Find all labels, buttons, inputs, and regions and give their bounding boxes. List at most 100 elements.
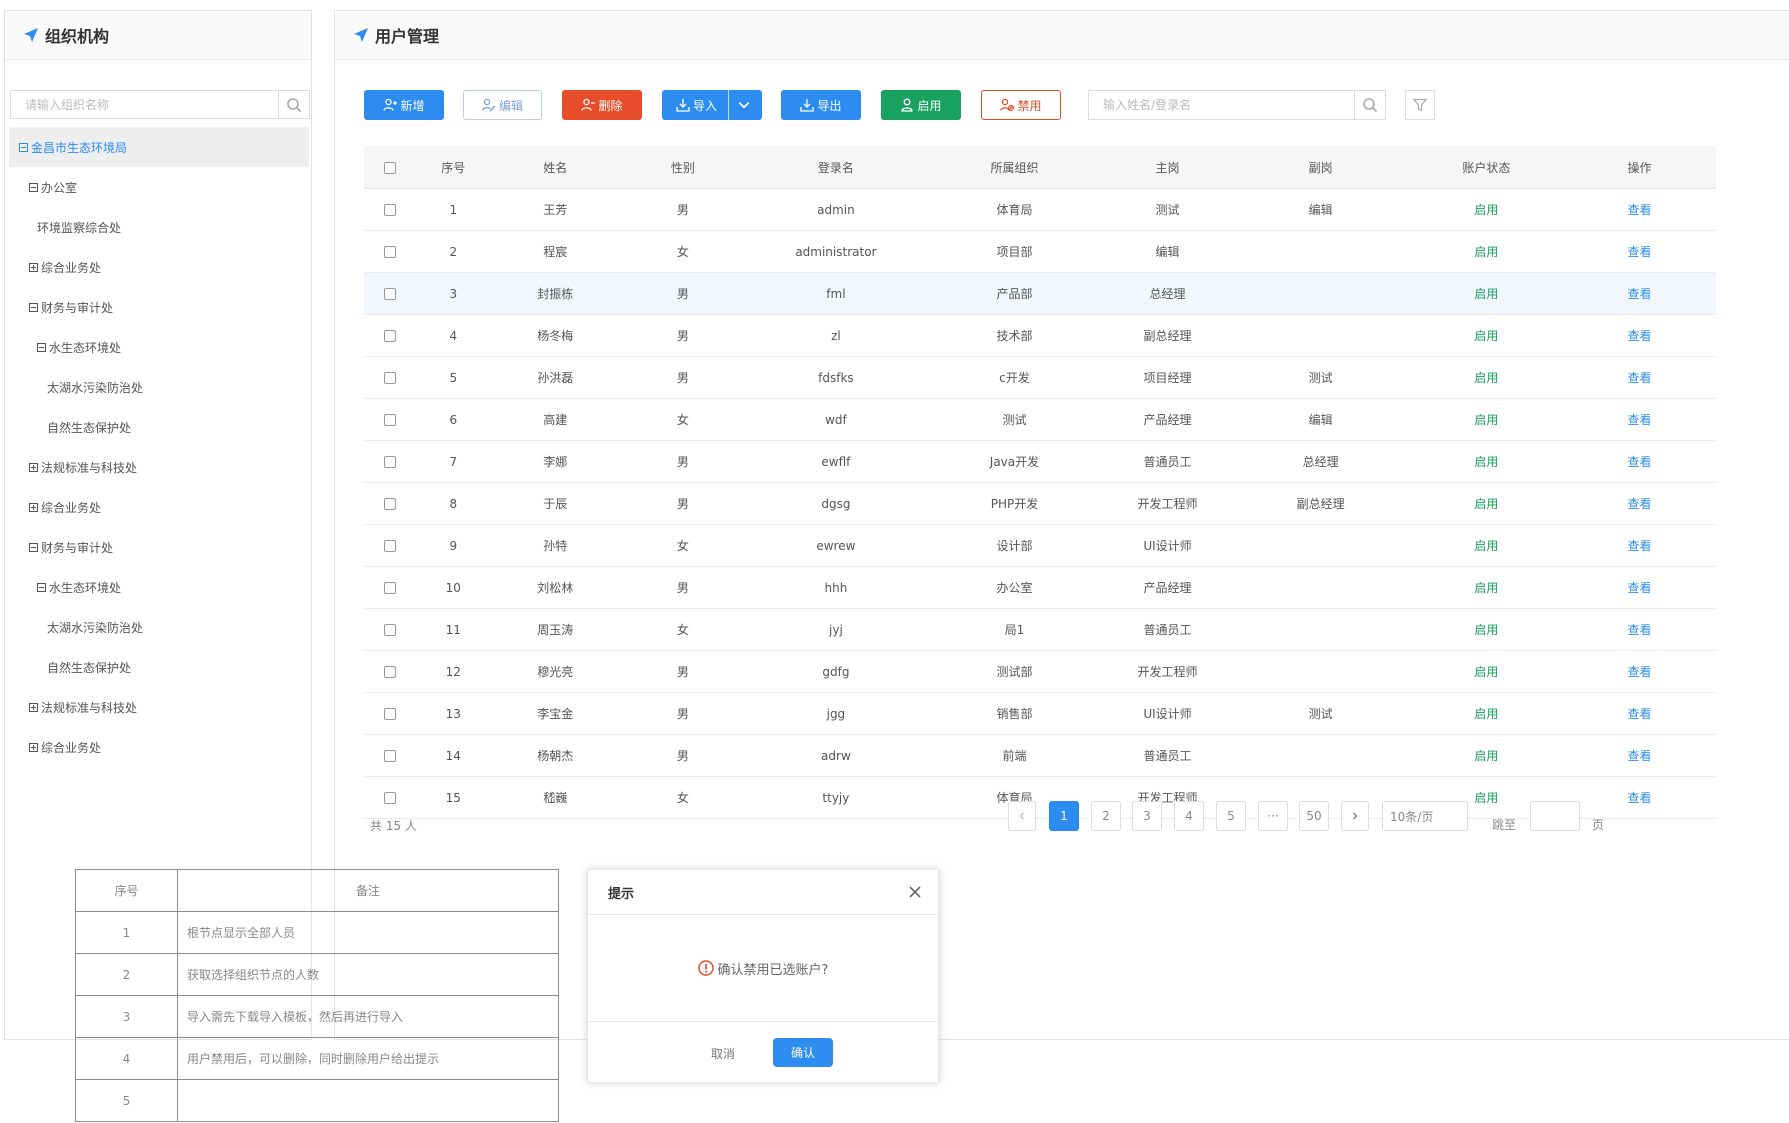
row-checkbox[interactable] (383, 708, 396, 720)
expand-icon[interactable] (29, 742, 38, 752)
view-link[interactable]: 查看 (1627, 329, 1651, 343)
tree-node[interactable]: 自然生态保护处 (9, 407, 309, 447)
row-checkbox[interactable] (383, 330, 396, 342)
table-row[interactable]: 7 李娜男 ewflf Java开发 普通员工 总经理 启用 查看 (364, 440, 1716, 483)
table-row[interactable]: 12 穆光亮男 gdfg 测试部 开发工程师 启用 查看 (364, 650, 1716, 693)
view-link[interactable]: 查看 (1627, 245, 1651, 259)
tree-node[interactable]: 太湖水污染防治处 (9, 367, 309, 407)
next-page-button[interactable] (1341, 801, 1369, 831)
page-button[interactable]: 50 (1299, 801, 1329, 831)
row-checkbox[interactable] (383, 792, 396, 804)
tree-node[interactable]: 太湖水污染防治处 (9, 607, 309, 647)
prev-page-button[interactable] (1008, 801, 1036, 831)
cancel-button[interactable]: 取消 (698, 1039, 748, 1067)
tree-node[interactable]: 法规标准与科技处 (9, 687, 309, 727)
table-row[interactable]: 1 王芳男 admin 体育局 测试 编辑 启用 查看 (364, 188, 1716, 231)
tree-node[interactable]: 财务与审计处 (9, 527, 309, 567)
tree-node[interactable]: 综合业务处 (9, 487, 309, 527)
view-link[interactable]: 查看 (1627, 539, 1651, 553)
row-checkbox[interactable] (383, 498, 396, 510)
row-checkbox[interactable] (383, 624, 396, 636)
row-checkbox[interactable] (383, 246, 396, 258)
tree-node[interactable]: 自然生态保护处 (9, 647, 309, 687)
view-link[interactable]: 查看 (1627, 665, 1651, 679)
table-row[interactable]: 5 孙洪磊男 fdsfks c开发 项目经理 测试 启用 查看 (364, 356, 1716, 399)
collapse-icon[interactable] (29, 542, 38, 552)
enable-button[interactable]: 启用 (881, 90, 961, 120)
collapse-icon[interactable] (29, 302, 38, 312)
goto-page-input[interactable] (1530, 801, 1580, 831)
row-checkbox[interactable] (383, 204, 396, 216)
view-link[interactable]: 查看 (1627, 749, 1651, 763)
row-checkbox[interactable] (383, 582, 396, 594)
user-search-input[interactable] (1089, 91, 1354, 119)
collapse-icon[interactable] (29, 182, 38, 192)
page-button[interactable]: 4 (1174, 801, 1204, 831)
table-row[interactable]: 4 杨冬梅男 zl 技术部 副总经理 启用 查看 (364, 314, 1716, 357)
table-row[interactable]: 9 孙特女 ewrew 设计部 UI设计师 启用 查看 (364, 524, 1716, 567)
view-link[interactable]: 查看 (1627, 203, 1651, 217)
collapse-icon[interactable] (37, 342, 46, 352)
delete-button[interactable]: 删除 (562, 90, 642, 120)
expand-icon[interactable] (29, 502, 38, 512)
table-row[interactable]: 3 封振栋男 fml 产品部 总经理 启用 查看 (364, 272, 1716, 315)
table-row[interactable]: 6 高建女 wdf 测试 产品经理 编辑 启用 查看 (364, 398, 1716, 441)
table-row[interactable]: 15 嵇巍女 ttyjy 体育局 开发工程师 启用 查看 (364, 776, 1716, 819)
user-search-button[interactable] (1354, 91, 1385, 119)
page-button[interactable]: 3 (1132, 801, 1162, 831)
import-button[interactable]: 导入 (662, 90, 762, 120)
collapse-icon[interactable] (19, 142, 28, 152)
view-link[interactable]: 查看 (1627, 623, 1651, 637)
tree-node[interactable]: 综合业务处 (9, 247, 309, 287)
row-checkbox[interactable] (383, 666, 396, 678)
edit-button[interactable]: 编辑 (463, 90, 542, 120)
view-link[interactable]: 查看 (1627, 413, 1651, 427)
tree-node[interactable]: 环境监察综合处 (9, 207, 309, 247)
table-row[interactable]: 13 李宝金男 jgg 销售部 UI设计师 测试 启用 查看 (364, 692, 1716, 735)
tree-node[interactable]: 法规标准与科技处 (9, 447, 309, 487)
add-button[interactable]: 新增 (364, 90, 444, 120)
table-row[interactable]: 2 程宸女 administrator 项目部 编辑 启用 查看 (364, 230, 1716, 273)
close-icon[interactable] (906, 883, 924, 901)
table-row[interactable]: 10 刘松林男 hhh 办公室 产品经理 启用 查看 (364, 566, 1716, 609)
row-checkbox[interactable] (383, 372, 396, 384)
select-all-checkbox[interactable] (383, 161, 396, 174)
row-checkbox[interactable] (383, 456, 396, 468)
view-link[interactable]: 查看 (1627, 707, 1651, 721)
org-search-input[interactable] (11, 91, 278, 118)
filter-button[interactable] (1405, 90, 1435, 120)
tree-node[interactable]: 水生态环境处 (9, 567, 309, 607)
view-link[interactable]: 查看 (1627, 455, 1651, 469)
page-button[interactable]: 5 (1216, 801, 1246, 831)
view-link[interactable]: 查看 (1627, 371, 1651, 385)
tree-node[interactable]: 办公室 (9, 167, 309, 207)
confirm-button[interactable]: 确认 (773, 1038, 833, 1067)
table-row[interactable]: 11 周玉涛女 jyj 局1 普通员工 启用 查看 (364, 608, 1716, 651)
org-search-button[interactable] (278, 91, 309, 118)
tree-node[interactable]: 金昌市生态环境局 (9, 127, 309, 167)
view-link[interactable]: 查看 (1627, 581, 1651, 595)
collapse-icon[interactable] (37, 582, 46, 592)
view-link[interactable]: 查看 (1627, 791, 1651, 805)
tree-node[interactable]: 财务与审计处 (9, 287, 309, 327)
page-size-select[interactable]: 10条/页 (1382, 801, 1468, 831)
view-link[interactable]: 查看 (1627, 497, 1651, 511)
row-checkbox[interactable] (383, 414, 396, 426)
expand-icon[interactable] (29, 462, 38, 472)
expand-icon[interactable] (29, 262, 38, 272)
row-checkbox[interactable] (383, 540, 396, 552)
view-link[interactable]: 查看 (1627, 287, 1651, 301)
export-button[interactable]: 导出 (781, 90, 861, 120)
table-row[interactable]: 8 于辰男 dgsg PHP开发 开发工程师 副总经理 启用 查看 (364, 482, 1716, 525)
table-row[interactable]: 14 杨朝杰男 adrw 前端 普通员工 启用 查看 (364, 734, 1716, 777)
tree-node[interactable]: 水生态环境处 (9, 327, 309, 367)
tree-node[interactable]: 综合业务处 (9, 727, 309, 767)
page-button[interactable]: ··· (1258, 801, 1288, 831)
disable-button[interactable]: 禁用 (981, 90, 1061, 120)
page-button[interactable]: 1 (1049, 801, 1079, 831)
import-dropdown-toggle[interactable] (728, 90, 762, 120)
expand-icon[interactable] (29, 702, 38, 712)
row-checkbox[interactable] (383, 750, 396, 762)
row-checkbox[interactable] (383, 288, 396, 300)
page-button[interactable]: 2 (1091, 801, 1121, 831)
